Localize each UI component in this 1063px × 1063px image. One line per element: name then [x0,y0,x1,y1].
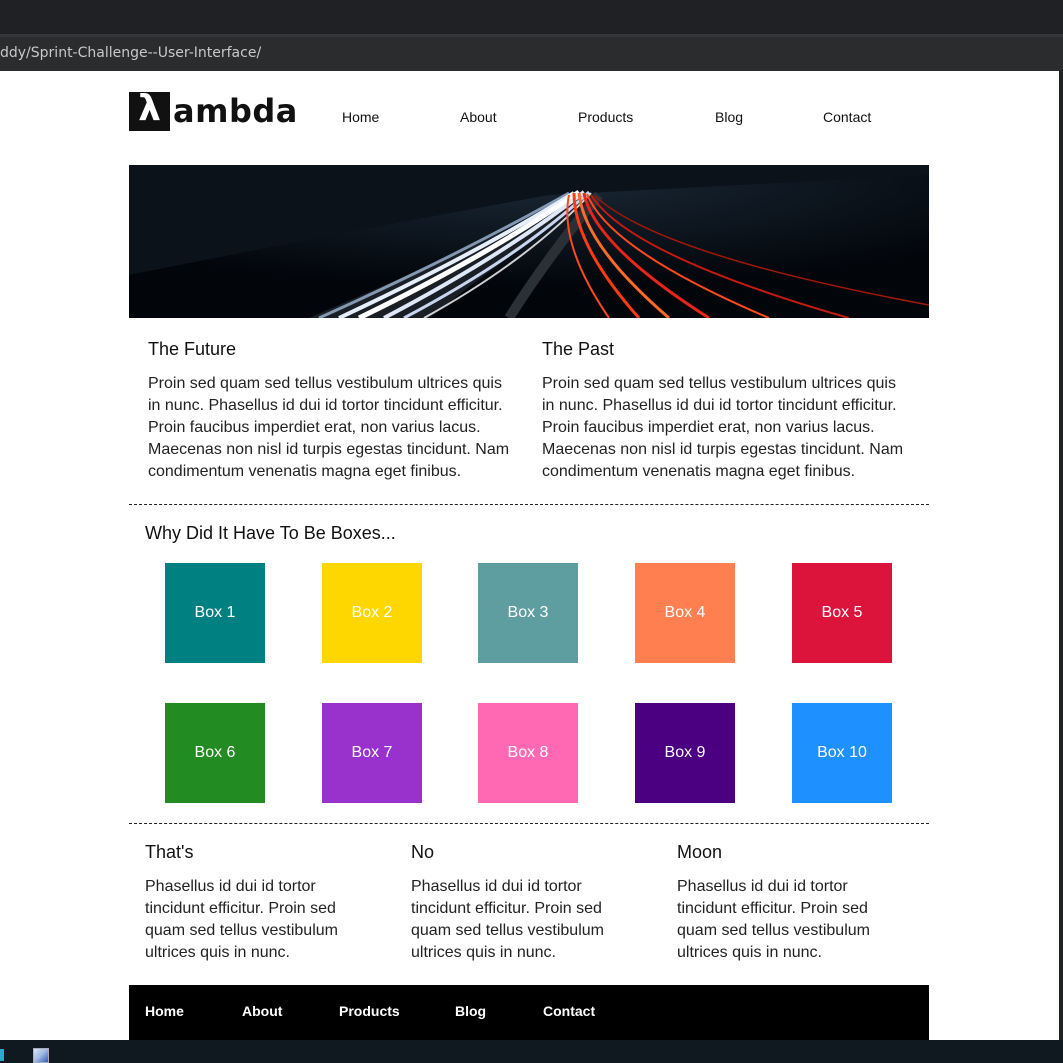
lambda-logo-text: ambda [173,92,298,130]
box-9: Box 9 [635,703,735,803]
web-page: λ ambda Home About Products Blog Contact [0,71,1059,1040]
no-text: Phasellus id dui id tortor tincidunt eff… [411,878,604,961]
nav-blog-link[interactable]: Blog [715,109,743,125]
address-url[interactable]: ddy/Sprint-Challenge--User-Interface/ [0,45,261,61]
moon-text: Phasellus id dui id tortor tincidunt eff… [677,878,870,961]
future-text: Proin sed quam sed tellus vestibulum ult… [148,375,510,480]
browser-tab-strip [0,0,1063,34]
section-divider [129,504,929,505]
lambda-logo-glyph: λ [138,88,161,129]
footer-blog-link[interactable]: Blog [455,1003,486,1019]
address-bar[interactable]: ddy/Sprint-Challenge--User-Interface/ [0,34,1063,71]
footer-about-link[interactable]: About [242,1003,282,1019]
nav-home-link[interactable]: Home [342,109,379,125]
taskbar-window-icon[interactable] [33,1048,49,1063]
moon-title: Moon [677,842,723,862]
lambda-logo[interactable]: λ ambda [129,88,297,133]
box-6: Box 6 [165,703,265,803]
highway-light-trails-image [129,165,929,318]
no-title: No [411,842,435,862]
section-divider [129,823,929,824]
thats-title: That's [145,842,194,862]
boxes-title: Why Did It Have To Be Boxes... [145,523,396,543]
box-10: Box 10 [792,703,892,803]
nav-about-link[interactable]: About [460,109,497,125]
taskbar-app-icon[interactable] [0,1049,4,1061]
box-2: Box 2 [322,563,422,663]
hero-image [129,165,929,318]
os-taskbar [0,1040,1063,1063]
box-3: Box 3 [478,563,578,663]
box-5: Box 5 [792,563,892,663]
thats-text: Phasellus id dui id tortor tincidunt eff… [145,878,338,961]
footer-contact-link[interactable]: Contact [543,1003,595,1019]
lambda-logo-mark: λ [129,88,170,131]
box-1: Box 1 [165,563,265,663]
box-4: Box 4 [635,563,735,663]
nav-products-link[interactable]: Products [578,109,633,125]
site-footer: Home About Products Blog Contact [129,985,929,1040]
page-scrollbar[interactable] [1059,71,1063,1040]
future-title: The Future [148,339,237,359]
footer-home-link[interactable]: Home [145,1003,184,1019]
box-8: Box 8 [478,703,578,803]
past-text: Proin sed quam sed tellus vestibulum ult… [542,375,904,480]
box-7: Box 7 [322,703,422,803]
nav-contact-link[interactable]: Contact [823,109,871,125]
footer-products-link[interactable]: Products [339,1003,400,1019]
past-title: The Past [542,339,615,359]
